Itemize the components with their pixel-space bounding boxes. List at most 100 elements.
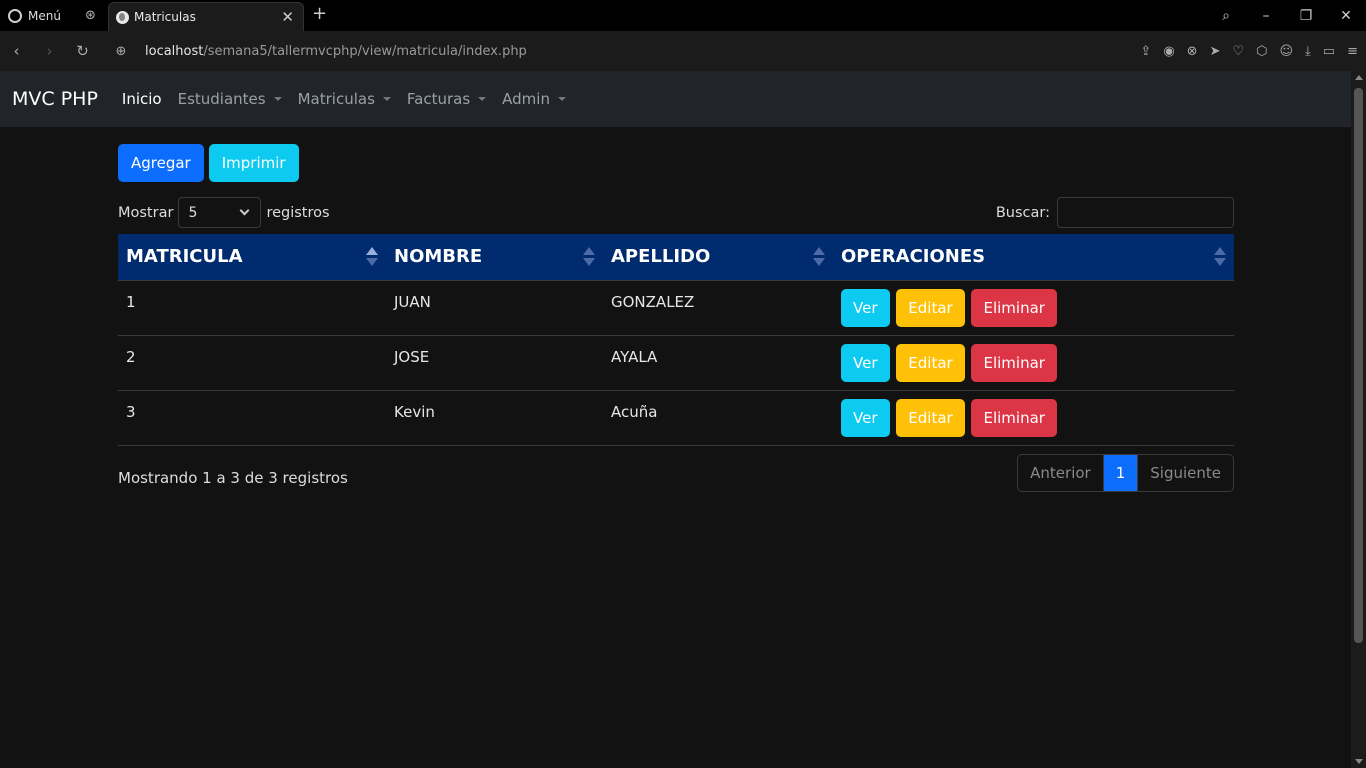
sort-icon — [583, 247, 595, 267]
nav-item-label: Matriculas — [297, 90, 375, 108]
scroll-down-icon[interactable] — [1355, 759, 1363, 764]
print-button[interactable]: Imprimir — [208, 144, 299, 182]
page-length-control: Mostrar 5 registros — [118, 197, 330, 228]
nav-item-label: Inicio — [121, 90, 162, 108]
header-operaciones[interactable]: OPERACIONES — [833, 234, 1234, 280]
back-icon[interactable]: ‹ — [0, 42, 33, 60]
download-icon[interactable]: ⤓ — [1305, 44, 1311, 59]
header-label: OPERACIONES — [841, 246, 986, 268]
delete-button[interactable]: Eliminar — [971, 343, 1057, 382]
nav-item-label: Facturas — [406, 90, 471, 108]
scroll-up-icon[interactable] — [1355, 75, 1363, 80]
matriculas-table: MATRICULA NOMBRE APELLIDO OPERACIONES 1 … — [118, 234, 1234, 446]
page-length-select[interactable]: 5 — [178, 197, 262, 228]
header-label: NOMBRE — [394, 246, 483, 268]
nav-item-estudiantes[interactable]: Estudiantes — [178, 90, 282, 108]
sort-icon — [1214, 247, 1226, 267]
page-length-value: 5 — [188, 204, 198, 221]
reload-icon[interactable]: ↻ — [66, 42, 99, 60]
site-info-icon[interactable]: ⊕ — [111, 44, 131, 59]
restore-icon[interactable]: ❐ — [1286, 8, 1326, 24]
search-label: Buscar: — [995, 204, 1050, 221]
scrollbar-thumb[interactable] — [1354, 88, 1363, 643]
navbar-brand[interactable]: MVC PHP — [12, 88, 98, 110]
cell-matricula: 3 — [126, 402, 136, 421]
table-header-row: MATRICULA NOMBRE APELLIDO OPERACIONES — [118, 234, 1234, 280]
sort-asc-icon — [366, 247, 378, 267]
header-label: APELLIDO — [611, 246, 711, 268]
nav-item-matriculas[interactable]: Matriculas — [298, 90, 391, 108]
delete-button[interactable]: Eliminar — [971, 288, 1057, 327]
delete-button[interactable]: Eliminar — [971, 398, 1057, 437]
adblock-icon[interactable]: ⊗ — [1187, 44, 1198, 59]
browser-tab-active[interactable]: Matriculas ✕ — [108, 2, 304, 31]
caret-down-icon — [382, 97, 391, 101]
minimize-icon[interactable]: – — [1246, 8, 1286, 24]
pagination-next[interactable]: Siguiente — [1137, 455, 1233, 491]
header-apellido[interactable]: APELLIDO — [603, 234, 833, 280]
edit-button[interactable]: Editar — [896, 398, 965, 437]
nav-item-admin[interactable]: Admin — [502, 90, 566, 108]
header-label: MATRICULA — [126, 246, 243, 268]
gamepad-icon[interactable]: ⊛ — [85, 8, 96, 23]
pagination-page-1[interactable]: 1 — [1103, 455, 1138, 491]
forward-icon[interactable]: › — [33, 42, 66, 60]
caret-down-icon — [557, 97, 566, 101]
view-button[interactable]: Ver — [841, 343, 890, 382]
new-tab-icon[interactable]: + — [312, 3, 327, 24]
cell-apellido: Acuña — [611, 402, 658, 421]
search-tabs-icon[interactable]: ⌕ — [1206, 8, 1246, 24]
globe-icon — [116, 10, 129, 24]
share-icon[interactable]: ⇪ — [1140, 44, 1151, 59]
settings-icon[interactable]: ≡ — [1347, 44, 1358, 59]
search-control: Buscar: — [996, 197, 1234, 228]
browser-menu-button[interactable]: Menú ⊛ — [0, 0, 108, 31]
url-host: localhost — [145, 43, 204, 59]
cell-nombre: JOSE — [394, 347, 430, 366]
heart-icon[interactable]: ♡ — [1232, 44, 1244, 59]
close-tab-icon[interactable]: ✕ — [281, 8, 294, 26]
cell-operaciones: Ver Editar Eliminar — [833, 335, 1234, 390]
pagination-prev[interactable]: Anterior — [1018, 455, 1104, 491]
caret-down-icon — [273, 97, 282, 101]
send-icon[interactable]: ➤ — [1210, 44, 1221, 59]
header-nombre[interactable]: NOMBRE — [386, 234, 603, 280]
cell-operaciones: Ver Editar Eliminar — [833, 280, 1234, 335]
nav-item-label: Admin — [502, 90, 550, 108]
cell-nombre: JUAN — [394, 292, 431, 311]
opera-logo-icon — [8, 8, 22, 23]
window-controls: ⌕ – ❐ ✕ — [1206, 0, 1366, 31]
edit-button[interactable]: Editar — [896, 288, 965, 327]
view-button[interactable]: Ver — [841, 398, 890, 437]
url-field[interactable]: localhost/semana5/tallermvcphp/view/matr… — [145, 44, 527, 59]
length-suffix: registros — [266, 204, 330, 221]
nav-item-label: Estudiantes — [177, 90, 266, 108]
edit-button[interactable]: Editar — [896, 343, 965, 382]
view-button[interactable]: Ver — [841, 288, 890, 327]
close-window-icon[interactable]: ✕ — [1326, 8, 1366, 24]
add-button[interactable]: Agregar — [118, 144, 204, 182]
cell-matricula: 2 — [126, 347, 136, 366]
search-input[interactable] — [1057, 197, 1234, 228]
cell-matricula: 1 — [126, 292, 136, 311]
browser-tabstrip: Menú ⊛ Matriculas ✕ + ⌕ – ❐ ✕ — [0, 0, 1366, 31]
pagination: Anterior 1 Siguiente — [1017, 454, 1234, 492]
table-row: 1 JUAN GONZALEZ Ver Editar Eliminar — [118, 280, 1234, 335]
address-bar-tools: ⇪ ◉ ⊗ ➤ ♡ ⬡ ☺ ⤓ ▭ ≡ — [1140, 31, 1358, 71]
caret-down-icon — [478, 97, 487, 101]
nav-item-facturas[interactable]: Facturas — [406, 90, 487, 108]
camera-icon[interactable]: ◉ — [1163, 44, 1174, 59]
tab-title: Matriculas — [134, 10, 196, 24]
header-matricula[interactable]: MATRICULA — [118, 234, 386, 280]
nav-item-inicio[interactable]: Inicio — [122, 90, 162, 108]
extensions-icon[interactable]: ⬡ — [1256, 44, 1267, 59]
page-scrollbar[interactable] — [1351, 71, 1366, 768]
cell-apellido: GONZALEZ — [611, 292, 695, 311]
battery-icon[interactable]: ▭ — [1323, 44, 1335, 59]
url-path: /semana5/tallermvcphp/view/matricula/ind… — [203, 43, 527, 59]
profile-icon[interactable]: ☺ — [1279, 44, 1293, 59]
length-prefix: Mostrar — [118, 204, 174, 221]
table-row: 2 JOSE AYALA Ver Editar Eliminar — [118, 335, 1234, 390]
cell-nombre: Kevin — [394, 402, 435, 421]
browser-menu-label: Menú — [28, 8, 61, 23]
